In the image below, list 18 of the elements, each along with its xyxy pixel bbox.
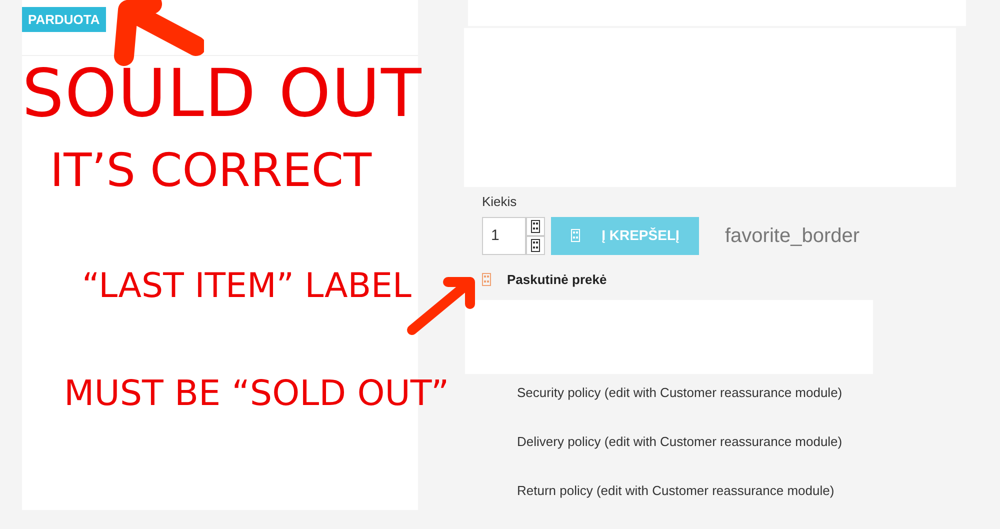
annotation-text: “LAST ITEM” LABEL xyxy=(82,266,412,308)
availability-label: Paskutinė prekė xyxy=(507,270,607,289)
annotation-text: SOULD OUT xyxy=(22,54,422,134)
quantity-field[interactable]: 1 xyxy=(482,216,526,254)
wishlist-button[interactable]: favorite_border xyxy=(725,216,860,254)
missing-glyph-icon xyxy=(570,229,580,242)
missing-glyph-icon xyxy=(531,220,540,232)
policy-text: Return policy (edit with Customer reassurance module) xyxy=(517,483,836,499)
decrease-button[interactable] xyxy=(526,236,545,254)
policy-text: Security policy (edit with Customer reassurance module) xyxy=(517,385,844,401)
missing-glyph-icon xyxy=(482,272,491,286)
annotation-text: IT’S CORRECT xyxy=(50,143,372,198)
sold-out-flag: PARDUOTA xyxy=(22,7,106,32)
missing-glyph-icon xyxy=(531,238,540,252)
quantity-label: Kiekis xyxy=(482,193,518,211)
annotation-text: MUST BE “SOLD OUT” xyxy=(64,373,450,416)
increase-button[interactable] xyxy=(526,216,545,236)
policy-text: Delivery policy (edit with Customer reassurance module) xyxy=(517,434,844,450)
